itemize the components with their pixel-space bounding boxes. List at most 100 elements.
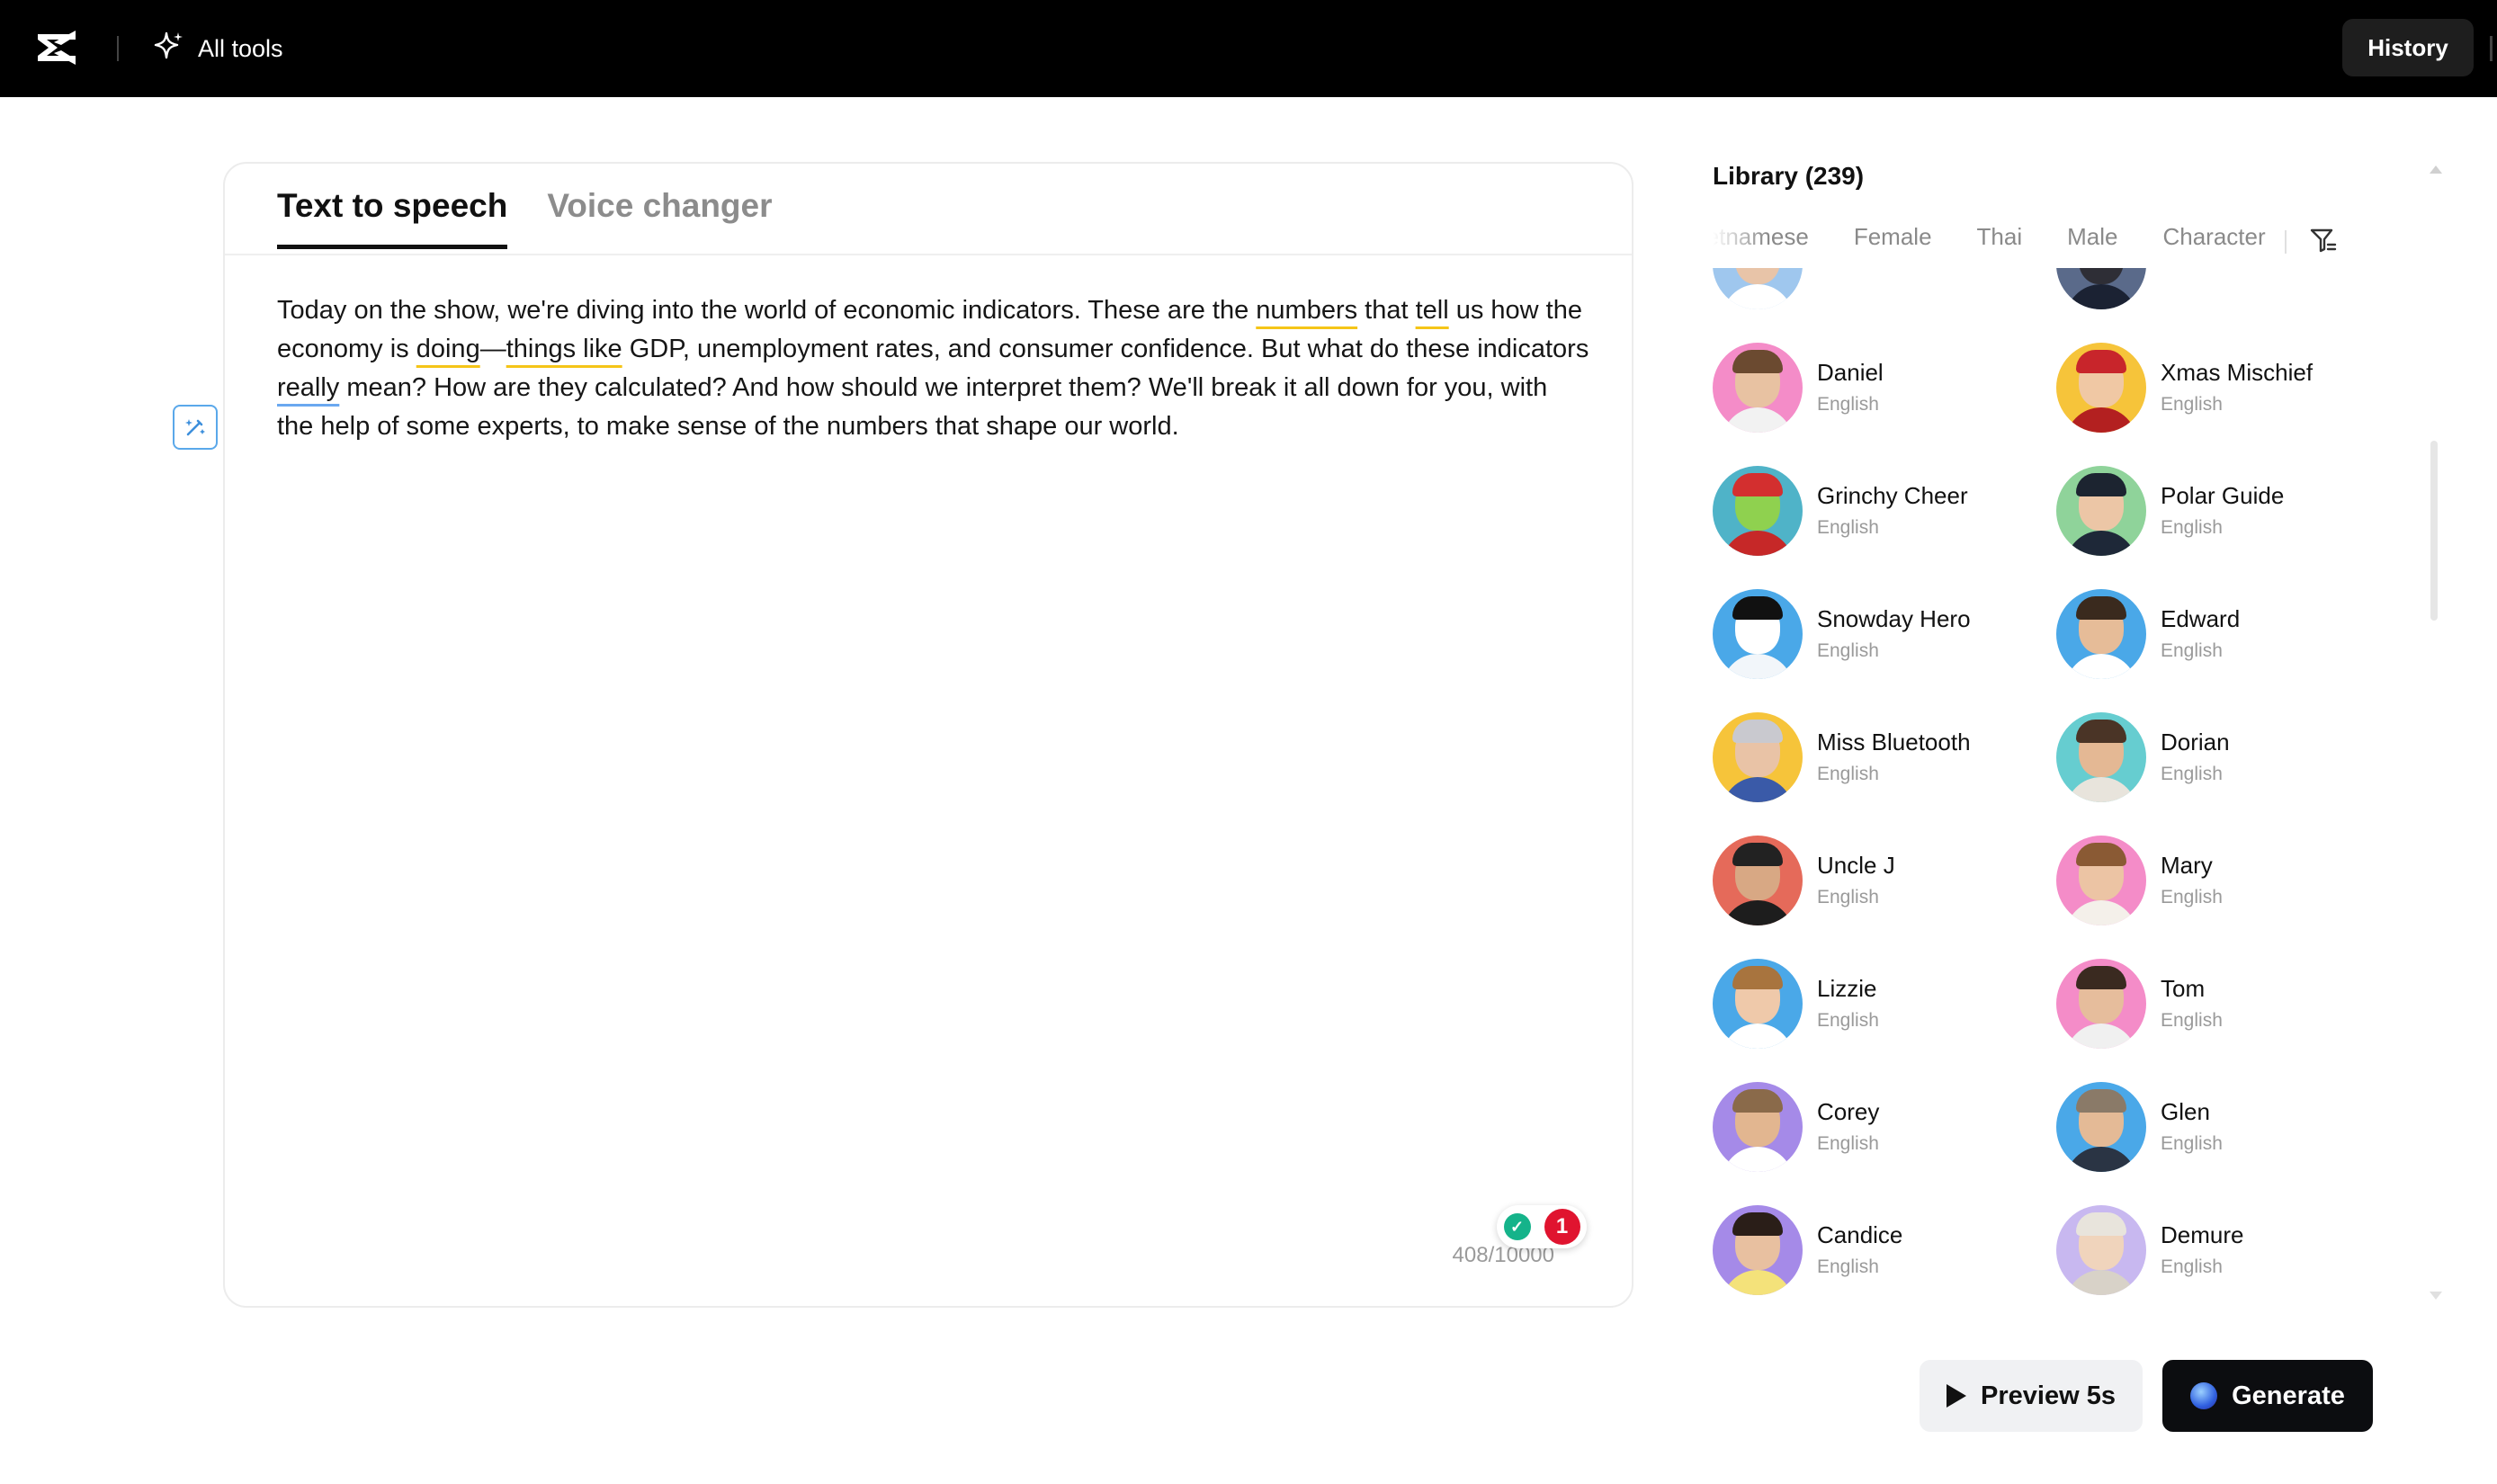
avatar-body — [2065, 777, 2137, 802]
voice-language: English — [1817, 394, 1879, 415]
grammar-suggestion[interactable]: things like — [506, 335, 622, 363]
voice-card[interactable]: Corey English — [1713, 1082, 2056, 1172]
grammar-suggestion[interactable]: tell — [1416, 296, 1449, 325]
grammar-suggestion[interactable]: numbers — [1256, 296, 1357, 325]
voice-name: Uncle J — [1817, 852, 1895, 879]
voice-info: Mary English — [2161, 850, 2223, 911]
voice-language: English — [1817, 517, 1879, 538]
voice-language: English — [2161, 394, 2223, 415]
voice-card[interactable]: Demure English — [2056, 1205, 2400, 1295]
voice-card[interactable]: Snowday Hero English — [1713, 589, 2056, 679]
voice-card[interactable]: Miss Bluetooth English — [1713, 712, 2056, 802]
voice-name: Dorian — [2161, 729, 2230, 755]
avatar — [1713, 1205, 1803, 1295]
voice-info: Demure English — [2161, 1220, 2243, 1281]
voice-card[interactable]: Edward English — [2056, 589, 2400, 679]
avatar-hair — [1732, 966, 1783, 989]
voice-info: Polar Guide English — [2161, 480, 2284, 541]
preview-button[interactable]: Preview 5s — [1920, 1360, 2143, 1432]
voice-info: Xmas Mischief English — [2161, 357, 2313, 418]
grammar-suggestion[interactable]: doing — [416, 335, 480, 363]
voice-language: English — [1817, 640, 1879, 661]
avatar-body — [2065, 407, 2137, 433]
voice-info: Miss Bluetooth English — [1817, 727, 1971, 788]
filter-tab[interactable]: Thai — [1977, 223, 2023, 251]
voice-card[interactable]: Candice English — [1713, 1205, 2056, 1295]
avatar — [1713, 343, 1803, 433]
all-tools-label: All tools — [198, 34, 283, 62]
avatar — [2056, 343, 2146, 433]
filter-icon[interactable] — [2308, 225, 2339, 255]
sparkle-icon — [153, 30, 185, 68]
voice-card[interactable] — [2056, 268, 2400, 309]
avatar — [1713, 589, 1803, 679]
voice-card[interactable]: Xmas Mischief English — [2056, 343, 2400, 433]
script-textarea[interactable]: Today on the show, we're diving into the… — [277, 291, 1590, 446]
avatar-body — [1722, 1147, 1794, 1172]
avatar-face — [2079, 268, 2124, 284]
scroll-up-arrow-icon[interactable] — [2430, 165, 2442, 174]
voice-card[interactable]: Polar Guide English — [2056, 466, 2400, 556]
tabs-divider — [225, 254, 1632, 255]
avatar — [2056, 1205, 2146, 1295]
voice-info: Glen English — [2161, 1096, 2223, 1158]
voice-language: English — [1817, 1133, 1879, 1154]
editor-tabs: Text to speech Voice changer — [277, 187, 773, 249]
avatar-body — [2065, 1270, 2137, 1295]
voice-card[interactable]: Lizzie English — [1713, 959, 2056, 1049]
avatar — [1713, 466, 1803, 556]
history-button[interactable]: History — [2342, 19, 2474, 76]
avatar — [2056, 589, 2146, 679]
capcut-logo-icon[interactable] — [34, 27, 79, 68]
style-suggestion[interactable]: really — [277, 373, 339, 402]
filter-tab[interactable]: Character — [2162, 223, 2265, 251]
scroll-down-arrow-icon[interactable] — [2430, 1292, 2442, 1300]
voice-card[interactable]: Grinchy Cheer English — [1713, 466, 2056, 556]
voice-info: Dorian English — [2161, 727, 2230, 788]
script-text: Today on the show, we're diving into the… — [277, 296, 1257, 325]
voice-name: Grinchy Cheer — [1817, 482, 1968, 509]
suggestion-count-badge: 1 — [1544, 1209, 1580, 1245]
avatar — [1713, 836, 1803, 925]
voice-card[interactable]: Tom English — [2056, 959, 2400, 1049]
text-to-speech-editor: Text to speech Voice changer Today on th… — [223, 162, 1633, 1308]
filter-tab[interactable]: Female — [1854, 223, 1932, 251]
generate-button[interactable]: Generate — [2162, 1360, 2373, 1432]
magic-edit-icon[interactable] — [173, 405, 218, 450]
avatar — [2056, 712, 2146, 802]
avatar — [1713, 1082, 1803, 1172]
topbar-edge-divider — [2490, 36, 2493, 61]
avatar-hair — [2076, 1212, 2126, 1236]
voice-card[interactable]: Uncle J English — [1713, 836, 2056, 925]
avatar-hair — [1732, 843, 1783, 866]
voice-language: English — [2161, 1133, 2223, 1154]
voice-info: Tom English — [2161, 973, 2223, 1034]
library-scrollbar[interactable] — [2430, 441, 2438, 621]
avatar-body — [2065, 1147, 2137, 1172]
avatar-hair — [1732, 1089, 1783, 1113]
tab-voice-changer[interactable]: Voice changer — [547, 187, 772, 249]
voice-info: Daniel English — [1817, 357, 1884, 418]
voice-name: Mary — [2161, 852, 2213, 879]
voice-library-list[interactable]: Daniel English Xmas Mischief English Grinchy… — [1713, 268, 2405, 1302]
avatar-body — [1722, 654, 1794, 679]
voice-card[interactable]: Dorian English — [2056, 712, 2400, 802]
voice-card[interactable]: Glen English — [2056, 1082, 2400, 1172]
writing-assistant-widget[interactable]: ✓ 1 — [1497, 1205, 1587, 1248]
voice-card[interactable]: Mary English — [2056, 836, 2400, 925]
voice-language: English — [2161, 1010, 2223, 1031]
all-tools-button[interactable]: All tools — [153, 27, 283, 70]
topbar-divider — [117, 36, 119, 61]
voice-name: Snowday Hero — [1817, 605, 1971, 632]
voice-filter-tabs: VietnameseFemaleThaiMaleCharacter — [1713, 223, 2342, 259]
voice-card[interactable] — [1713, 268, 2056, 309]
voice-card[interactable]: Daniel English — [1713, 343, 2056, 433]
tab-text-to-speech[interactable]: Text to speech — [277, 187, 508, 249]
voice-name: Edward — [2161, 605, 2241, 632]
filter-tab[interactable]: Male — [2067, 223, 2117, 251]
avatar-hair — [2076, 473, 2126, 496]
filter-divider — [2285, 230, 2287, 254]
avatar-body — [2065, 284, 2137, 309]
voice-info: Candice English — [1817, 1220, 1902, 1281]
avatar-hair — [2076, 1089, 2126, 1113]
